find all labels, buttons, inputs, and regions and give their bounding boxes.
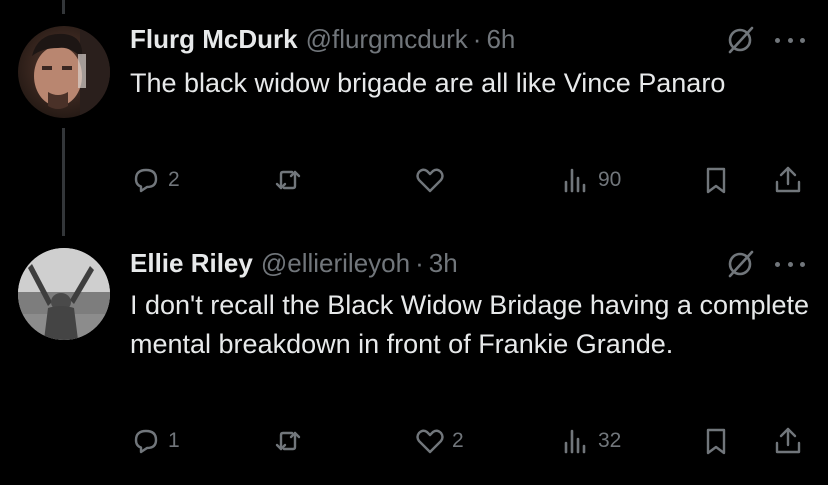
avatar[interactable] [18, 26, 110, 118]
author-name[interactable]: Ellie Riley [130, 248, 253, 279]
bookmark-icon [706, 428, 726, 455]
post-header: Ellie Riley @ellierileyoh · 3h [130, 246, 458, 280]
bookmark-icon [706, 167, 726, 194]
views-icon [564, 168, 586, 193]
repost-button[interactable] [272, 424, 304, 458]
author-handle[interactable]: @flurgmcdurk [306, 24, 468, 55]
views-button[interactable]: 32 [560, 424, 621, 458]
author-name[interactable]: Flurg McDurk [130, 24, 298, 55]
reply-button[interactable]: 1 [130, 424, 180, 458]
more-icon[interactable] [775, 33, 805, 47]
grok-icon[interactable] [725, 25, 755, 55]
repost-button[interactable] [272, 163, 304, 197]
bookmark-button[interactable] [700, 424, 732, 458]
views-icon [564, 429, 586, 454]
bookmark-button[interactable] [700, 163, 732, 197]
like-button[interactable]: 2 [414, 424, 464, 458]
like-icon [416, 429, 444, 454]
views-button[interactable]: 90 [560, 163, 621, 197]
share-icon [775, 166, 801, 193]
views-count: 32 [598, 429, 622, 452]
post-time[interactable]: 6h [486, 24, 515, 55]
share-icon [775, 427, 801, 454]
reply-count: 2 [168, 168, 180, 191]
post-time[interactable]: 3h [429, 248, 458, 279]
post-1[interactable]: Flurg McDurk @flurgmcdurk · 6h The black… [0, 0, 828, 240]
separator-dot: · [415, 247, 424, 278]
views-count: 90 [598, 168, 622, 191]
reply-count: 1 [168, 429, 180, 452]
more-icon[interactable] [775, 257, 805, 271]
share-button[interactable] [772, 163, 804, 197]
like-icon [416, 168, 444, 193]
separator-dot: · [472, 23, 482, 54]
repost-icon [275, 431, 301, 451]
repost-icon [275, 170, 301, 190]
share-button[interactable] [772, 424, 804, 458]
post-2[interactable]: Ellie Riley @ellierileyoh · 3h I don't r… [0, 240, 828, 485]
post-header: Flurg McDurk @flurgmcdurk · 6h [130, 22, 515, 56]
author-handle[interactable]: @ellierileyoh [261, 248, 410, 279]
post-text: I don't recall the Black Widow Bridage h… [130, 290, 810, 359]
grok-icon[interactable] [725, 249, 755, 279]
like-button[interactable] [414, 163, 446, 197]
reply-icon [134, 168, 158, 193]
reply-button[interactable]: 2 [130, 163, 180, 197]
like-count: 2 [452, 429, 464, 452]
avatar[interactable] [18, 248, 110, 340]
reply-icon [134, 429, 158, 454]
post-text: The black widow brigade are all like Vin… [130, 68, 726, 98]
